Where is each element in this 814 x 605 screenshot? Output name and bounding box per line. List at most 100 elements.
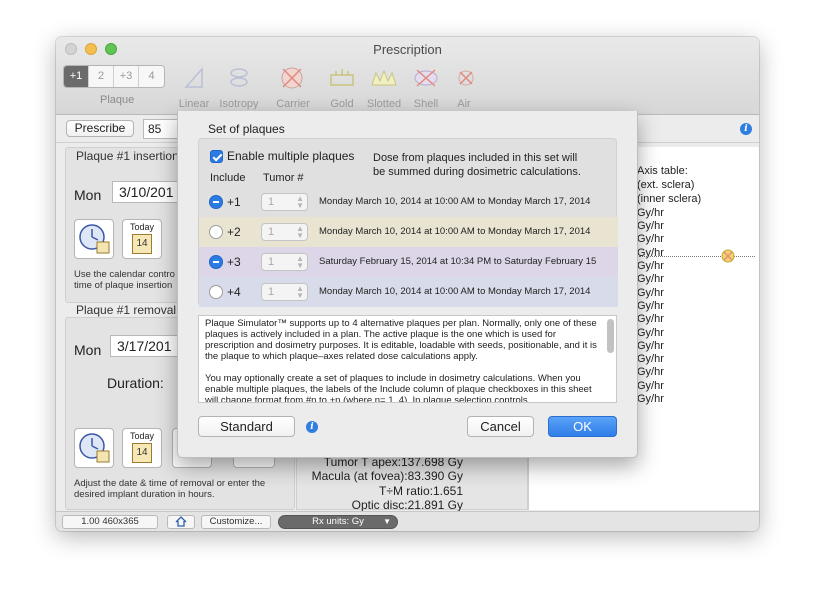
calendar-icon: 14 <box>132 443 152 463</box>
sheet-info-icon[interactable]: i <box>306 421 318 433</box>
axis-table-line: Gy/hr <box>637 247 664 259</box>
cancel-button[interactable]: Cancel <box>467 416 534 437</box>
axis-table-line: Gy/hr <box>637 220 664 232</box>
axis-table-line: Gy/hr <box>637 393 664 405</box>
removal-help-2: desired implant duration in hours. <box>74 489 215 500</box>
insertion-calendar-button[interactable] <box>74 219 114 259</box>
tumor-number-value: 1 <box>268 196 275 208</box>
plaque-label: Plaque <box>100 94 135 106</box>
axis-table-line: Gy/hr <box>637 380 664 392</box>
axis-table-title: Axis table: <box>637 165 688 177</box>
slotted-tool[interactable]: Slotted <box>364 65 404 110</box>
tumor-number-stepper[interactable]: 1 ▲ ▼ <box>261 223 308 241</box>
enable-note: Dose from plaques included in this set w… <box>373 151 581 179</box>
help-paragraph-1: Plaque Simulator™ supports up to 4 alter… <box>205 318 597 362</box>
enable-note-line-1: Dose from plaques included in this set w… <box>373 152 578 164</box>
plaque-segment-4[interactable]: 4 <box>139 66 164 87</box>
enable-multiple-plaques-checkbox[interactable] <box>210 150 223 163</box>
plaque-row: +2 1 ▲ ▼ Monday March 10, 2014 at 10:00 AM… <box>199 217 618 247</box>
axis-table-line: (inner sclera) <box>637 193 702 205</box>
gold-tool[interactable]: Gold <box>326 65 358 110</box>
air-icon <box>458 70 474 86</box>
gold-label: Gold <box>330 98 354 110</box>
insertion-date-field[interactable]: 3/10/201 <box>112 181 178 203</box>
linear-label: Linear <box>178 98 210 110</box>
insertion-help-2: time of plaque insertion <box>74 280 173 291</box>
slotted-icon <box>371 69 397 86</box>
axis-table-line: Gy/hr <box>637 313 664 325</box>
help-scrollbar[interactable] <box>607 319 614 353</box>
plaque-segment-1[interactable]: +1 <box>64 66 89 87</box>
plaque-segmented-control: +1 2 +3 4 <box>63 65 165 88</box>
duration-label: Duration: <box>107 375 164 391</box>
tumor-number-stepper[interactable]: 1 ▲ ▼ <box>261 283 308 301</box>
include-plaque-3-checkbox[interactable] <box>209 255 223 269</box>
today-label: Today <box>129 222 155 232</box>
axis-table-line: Gy/hr <box>637 260 664 272</box>
plaque-segment-2[interactable]: 2 <box>89 66 114 87</box>
linear-tool[interactable]: Linear <box>177 65 211 110</box>
clock-calendar-icon <box>79 433 110 463</box>
status-bar: 1.00 460x365 Customize... Rx units: Gy ▼ <box>56 511 759 531</box>
customize-button[interactable]: Customize... <box>201 515 271 529</box>
plaque-row: +1 1 ▲ ▼ Monday March 10, 2014 at 10:00 AM… <box>199 187 618 217</box>
optic-disc-dose: Optic disc:21.891 Gy <box>351 498 463 512</box>
plaque-date-range: Monday March 10, 2014 at 10:00 AM to Mon… <box>319 286 591 297</box>
plaque-date-range: Monday March 10, 2014 at 10:00 AM to Mon… <box>319 226 591 237</box>
tumor-number-value: 1 <box>268 256 275 268</box>
info-icon[interactable]: i <box>740 123 752 135</box>
plaque-row-label: +1 <box>227 195 241 209</box>
plaque-row-label: +4 <box>227 285 241 299</box>
axis-table-line: Gy/hr <box>637 207 664 219</box>
shell-tool[interactable]: Shell <box>410 65 442 110</box>
help-text-box[interactable]: Plaque Simulator™ supports up to 4 alter… <box>198 315 617 403</box>
stepper-arrows-icon: ▲ ▼ <box>296 224 304 240</box>
axis-table-line: Gy/hr <box>637 366 664 378</box>
linear-icon <box>184 67 203 88</box>
removal-calendar-button[interactable] <box>74 428 114 468</box>
calendar-icon: 14 <box>132 234 152 254</box>
stepper-arrows-icon: ▲ ▼ <box>296 254 304 270</box>
removal-today-button[interactable]: Today 14 <box>122 428 162 468</box>
axis-table-line: Gy/hr <box>637 273 664 285</box>
include-plaque-4-checkbox[interactable] <box>209 285 223 299</box>
carrier-label: Carrier <box>276 98 310 110</box>
include-plaque-2-checkbox[interactable] <box>209 225 223 239</box>
carrier-tool[interactable]: Carrier <box>273 65 313 110</box>
insertion-today-button[interactable]: Today 14 <box>122 219 162 259</box>
axis-table-line: Gy/hr <box>637 327 664 339</box>
isotropy-icon <box>230 68 248 87</box>
include-plaque-1-checkbox[interactable] <box>209 195 223 209</box>
window-title: Prescription <box>373 42 442 57</box>
gold-icon <box>330 69 354 86</box>
tumor-number-stepper[interactable]: 1 ▲ ▼ <box>261 193 308 211</box>
plaque-segment-3[interactable]: +3 <box>114 66 139 87</box>
isotropy-label: Isotropy <box>219 98 259 110</box>
include-column-header: Include <box>210 172 246 184</box>
slotted-label: Slotted <box>366 98 402 110</box>
plaque-marker-icon[interactable] <box>719 247 737 265</box>
chevron-down-icon: ▼ <box>383 517 391 526</box>
tumor-number-stepper[interactable]: 1 ▲ ▼ <box>261 253 308 271</box>
removal-date-field[interactable]: 3/17/201 <box>110 335 178 357</box>
rx-units-value: Rx units: Gy <box>312 516 364 527</box>
prescribe-button[interactable]: Prescribe <box>66 120 134 137</box>
stepper-arrows-icon: ▲ ▼ <box>296 284 304 300</box>
tumor-column-header: Tumor # <box>263 172 304 184</box>
air-tool[interactable]: Air <box>452 65 476 110</box>
axis-table-line: Gy/hr <box>637 340 664 352</box>
zoom-size-button[interactable]: 1.00 460x365 <box>62 515 158 529</box>
axis-table-line: Gy/hr <box>637 300 664 312</box>
axis-table-line: (ext. sclera) <box>637 179 695 191</box>
sheet-title: Set of plaques <box>208 122 285 136</box>
ok-button[interactable]: OK <box>548 416 617 437</box>
axis-table-line: Gy/hr <box>637 287 664 299</box>
isotropy-tool[interactable]: Isotropy <box>216 65 262 110</box>
tm-ratio: T÷M ratio:1.651 <box>379 484 463 498</box>
home-button[interactable] <box>167 515 195 529</box>
rx-units-popup[interactable]: Rx units: Gy ▼ <box>278 515 398 529</box>
insertion-heading: Plaque #1 insertion <box>76 149 179 163</box>
standard-button[interactable]: Standard <box>198 416 295 437</box>
today-label: Today <box>129 431 155 441</box>
stepper-arrows-icon: ▲ ▼ <box>296 194 304 210</box>
